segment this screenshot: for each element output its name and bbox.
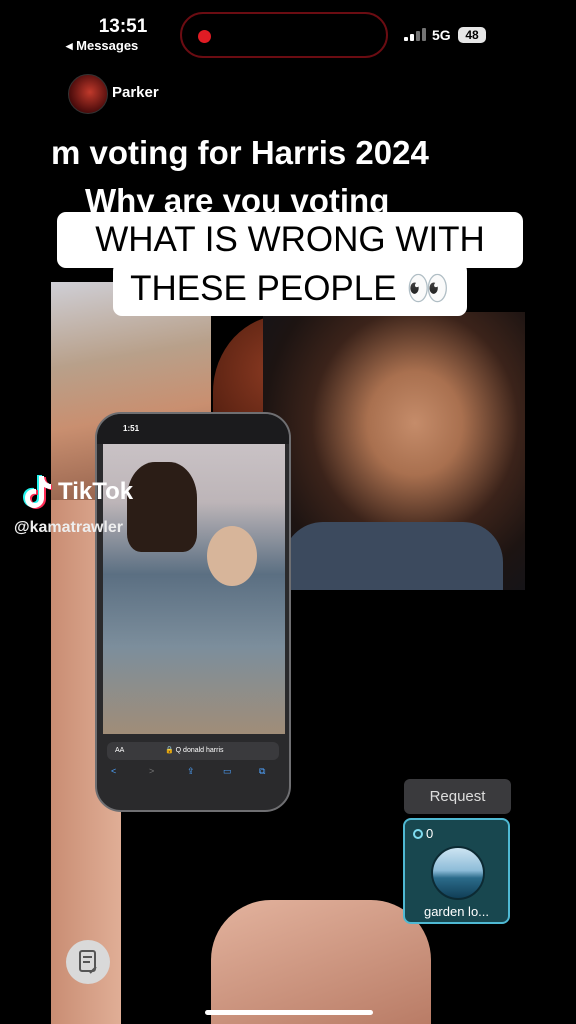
back-to-messages-link[interactable]: ◂ Messages: [66, 38, 138, 54]
avatar[interactable]: [68, 74, 108, 114]
inner-url-text: 🔒 Q donald harris: [165, 747, 224, 754]
network-type: 5G: [432, 27, 451, 43]
status-time: 13:51: [98, 16, 148, 37]
request-button[interactable]: Request: [404, 779, 511, 814]
music-count-value: 0: [426, 826, 434, 841]
caption-line-2: THESE PEOPLE 👀: [113, 262, 467, 316]
music-card[interactable]: 0 garden lo...: [403, 818, 510, 924]
video-title-line-1: m voting for Harris 2024: [51, 134, 429, 171]
inner-phone-time: 1:51: [123, 424, 140, 433]
listener-icon: [413, 829, 423, 839]
signal-icon: [404, 27, 428, 41]
dynamic-island: [180, 12, 388, 58]
inner-browser-toolbar: < > ⇪ ▭ ⧉: [111, 766, 266, 776]
music-count: 0: [413, 826, 433, 841]
sender-name: Parker: [112, 84, 159, 101]
held-phone-image: 1:51 AA 🔒 Q donald harris < > ⇪ ▭ ⧉: [95, 412, 291, 812]
video-caption: WHAT IS WRONG WITH THESE PEOPLE 👀: [57, 212, 523, 316]
tiktok-wordmark: TikTok: [58, 478, 134, 505]
recording-indicator-icon: [198, 30, 211, 43]
inner-url-aa: AA: [115, 747, 125, 754]
creator-handle: @kamatrawler: [14, 519, 123, 536]
notes-icon: [79, 950, 97, 974]
tiktok-note-icon: [23, 475, 52, 509]
battery-icon: 48: [458, 27, 486, 43]
music-thumbnail: [431, 846, 485, 900]
caption-line-1: WHAT IS WRONG WITH: [57, 212, 523, 268]
music-title: garden lo...: [423, 904, 490, 919]
inner-url-bar: AA 🔒 Q donald harris: [107, 742, 279, 760]
hand-image-lower: [211, 900, 431, 1024]
home-indicator[interactable]: [205, 1010, 373, 1015]
status-bar: 13:51 ◂ Messages 5G 48: [0, 0, 576, 62]
politician-photo-right: [263, 312, 525, 590]
notes-button[interactable]: [66, 940, 110, 984]
